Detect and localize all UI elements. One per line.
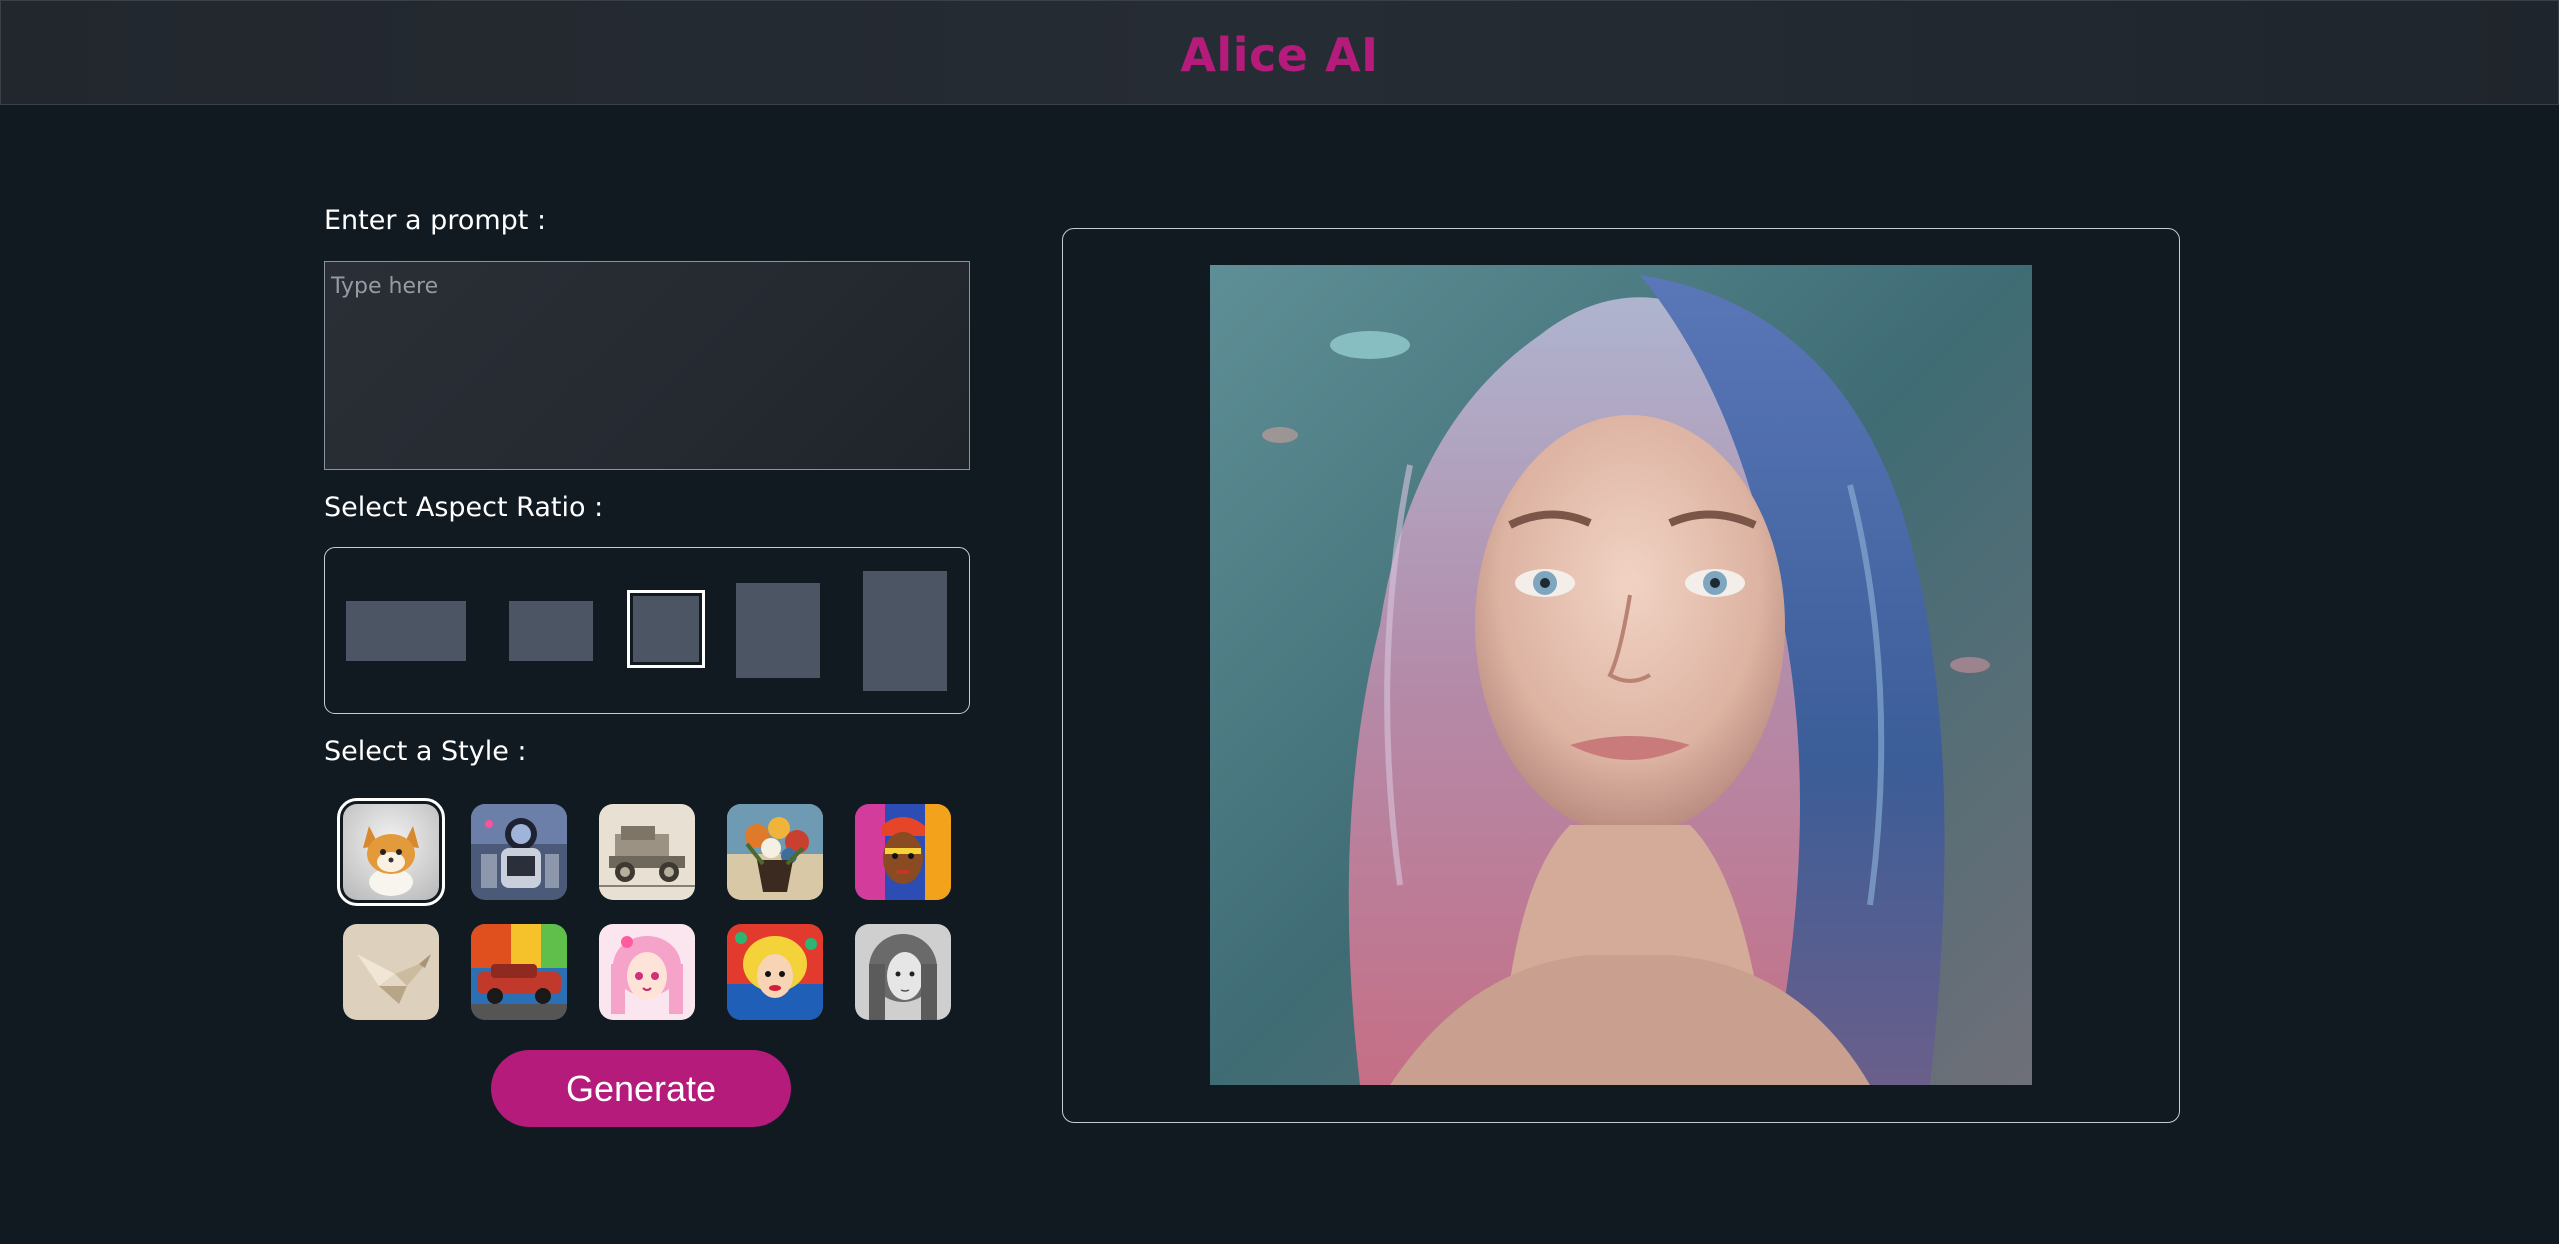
aspect-ratio-option-3-2[interactable] [509, 601, 593, 661]
prompt-input[interactable] [324, 261, 970, 470]
prompt-label: Enter a prompt : [324, 205, 547, 236]
anime-girl-thumbnail-icon [599, 924, 695, 1020]
style-option-vintage-sketch[interactable] [599, 804, 695, 900]
style-option-sci-fi-robot[interactable] [471, 804, 567, 900]
generated-image [1210, 265, 2032, 1085]
style-label: Select a Style : [324, 736, 527, 767]
style-option-flower-painting[interactable] [727, 804, 823, 900]
aspect-ratio-option-4-5[interactable] [736, 583, 820, 678]
origami-bird-thumbnail-icon [343, 924, 439, 1020]
car-sketch-thumbnail-icon [599, 804, 695, 900]
app-title: Alice AI [1180, 27, 1379, 82]
aspect-ratio-panel [324, 547, 970, 714]
robot-thumbnail-icon [471, 804, 567, 900]
style-option-graffiti-car[interactable] [471, 924, 567, 1020]
style-option-anime-pink[interactable] [599, 924, 695, 1020]
aspect-ratio-label: Select Aspect Ratio : [324, 492, 604, 523]
style-option-origami[interactable] [343, 924, 439, 1020]
aspect-ratio-option-16-9[interactable] [346, 601, 466, 661]
portrait-thumbnail-icon [855, 804, 951, 900]
top-bar: Alice AI [0, 0, 2559, 105]
fox-thumbnail-icon [343, 804, 439, 900]
graffiti-car-thumbnail-icon [471, 924, 567, 1020]
style-option-tribal-portrait[interactable] [855, 804, 951, 900]
style-option-pop-art[interactable] [727, 924, 823, 1020]
pop-art-thumbnail-icon [727, 924, 823, 1020]
style-option-cute-animal[interactable] [337, 798, 445, 906]
aspect-ratio-option-1-1[interactable] [627, 590, 705, 668]
pencil-sketch-thumbnail-icon [855, 924, 951, 1020]
generated-portrait-image [1210, 265, 2032, 1085]
style-option-pencil-sketch[interactable] [855, 924, 951, 1020]
generate-button[interactable]: Generate [491, 1050, 791, 1127]
aspect-ratio-option-2-3[interactable] [863, 571, 947, 691]
flower-thumbnail-icon [727, 804, 823, 900]
